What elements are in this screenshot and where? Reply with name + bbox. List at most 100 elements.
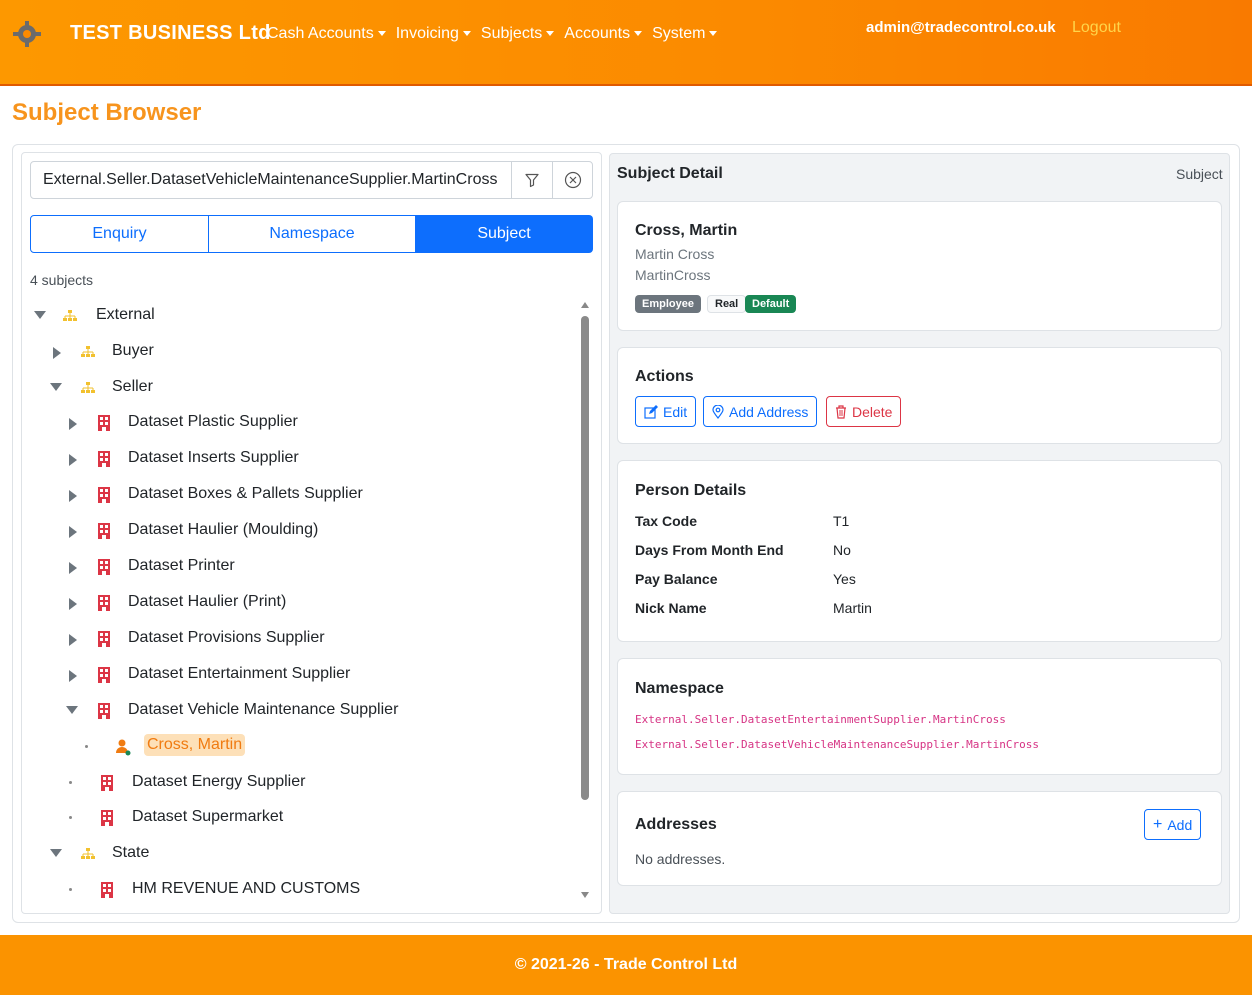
- tree-node-supplier[interactable]: Dataset Inserts Supplier: [22, 441, 578, 477]
- tree-node-label: Seller: [112, 378, 153, 395]
- collapse-icon[interactable]: [69, 490, 77, 502]
- tree-node-supplier[interactable]: Dataset Printer: [22, 549, 578, 585]
- tree-node-supplier[interactable]: Dataset Plastic Supplier: [22, 405, 578, 441]
- building-icon: [101, 882, 113, 898]
- expand-icon[interactable]: [50, 849, 62, 857]
- building-icon: [98, 415, 110, 431]
- subject-card: Cross, Martin Martin Cross MartinCross E…: [617, 201, 1222, 331]
- tree-node-label: Dataset Vehicle Maintenance Supplier: [128, 701, 399, 718]
- tree-scrollbar[interactable]: [578, 298, 592, 904]
- tree-node-label: HM REVENUE AND CUSTOMS: [132, 880, 361, 897]
- scroll-up-icon[interactable]: [581, 302, 589, 308]
- expand-icon[interactable]: [34, 311, 46, 319]
- bullet-dot: [69, 888, 72, 891]
- tree-node-label: External: [96, 306, 155, 323]
- tree-node-supplier[interactable]: Dataset Energy Supplier: [22, 765, 578, 801]
- tree-node-supplier[interactable]: Dataset Entertainment Supplier: [22, 657, 578, 693]
- namespace-card: Namespace External.Seller.DatasetEnterta…: [617, 658, 1222, 775]
- tree-node-supplier[interactable]: Dataset Vehicle Maintenance Supplier: [22, 693, 578, 729]
- collapse-icon[interactable]: [69, 634, 77, 646]
- subject-count: 4 subjects: [30, 272, 94, 288]
- logout-link[interactable]: Logout: [1072, 19, 1121, 37]
- tree-node-state[interactable]: State: [22, 836, 578, 872]
- collapse-icon[interactable]: [69, 562, 77, 574]
- delete-button[interactable]: Delete: [826, 396, 902, 427]
- menu-invoicing[interactable]: Invoicing: [396, 25, 471, 43]
- tree-node-external[interactable]: External: [22, 298, 578, 334]
- bullet-dot: [85, 745, 88, 748]
- caret-down-icon: [377, 31, 386, 37]
- footer: © 2021-26 - Trade Control Ltd: [0, 935, 1252, 995]
- tree-node-buyer[interactable]: Buyer: [22, 334, 578, 370]
- clear-button[interactable]: [552, 162, 593, 198]
- tree-node-supplier[interactable]: Dataset Supermarket: [22, 800, 578, 836]
- hierarchy-icon: [81, 848, 95, 859]
- namespace-title: Namespace: [635, 680, 724, 697]
- tree-node-seller[interactable]: Seller: [22, 370, 578, 406]
- tree-node-organisation[interactable]: HM REVENUE AND CUSTOMS: [22, 872, 578, 908]
- menu-subjects[interactable]: Subjects: [481, 25, 555, 43]
- top-navbar: TEST BUSINESS Ltd Cash Accounts Invoicin…: [0, 0, 1252, 86]
- tree-node-label: Dataset Haulier (Print): [128, 593, 287, 610]
- menu-cash-accounts[interactable]: Cash Accounts: [267, 25, 386, 43]
- badge-default: Default: [745, 295, 797, 313]
- clear-circle-icon: [564, 171, 582, 189]
- building-icon: [98, 487, 110, 503]
- caret-down-icon: [634, 31, 643, 37]
- building-icon: [98, 451, 110, 467]
- building-icon: [98, 667, 110, 683]
- tree-node-label: Dataset Provisions Supplier: [128, 629, 325, 646]
- search-input[interactable]: [31, 162, 511, 198]
- detail-title: Subject Detail: [617, 165, 723, 182]
- tab-subject[interactable]: Subject: [416, 215, 593, 253]
- tree-node-supplier[interactable]: Dataset Provisions Supplier: [22, 621, 578, 657]
- collapse-icon[interactable]: [53, 347, 61, 359]
- collapse-icon[interactable]: [69, 670, 77, 682]
- addresses-card: Addresses + Add No addresses.: [617, 791, 1222, 886]
- tree-node-supplier[interactable]: Dataset Boxes & Pallets Supplier: [22, 477, 578, 513]
- building-icon: [101, 775, 113, 791]
- expand-icon[interactable]: [50, 383, 62, 391]
- tree-node-label: Dataset Boxes & Pallets Supplier: [128, 485, 363, 502]
- no-addresses-text: No addresses.: [635, 851, 726, 867]
- caret-down-icon: [462, 31, 471, 37]
- menu-accounts[interactable]: Accounts: [564, 25, 643, 43]
- tab-namespace[interactable]: Namespace: [209, 215, 416, 253]
- tax-code-value: T1: [833, 513, 850, 529]
- subject-full-name: Martin Cross: [635, 246, 715, 262]
- scrollbar-thumb[interactable]: [581, 316, 589, 800]
- tree-node-label: Dataset Supermarket: [132, 808, 284, 825]
- bullet-dot: [69, 816, 72, 819]
- expand-icon[interactable]: [66, 706, 78, 714]
- collapse-icon[interactable]: [69, 526, 77, 538]
- building-icon: [101, 810, 113, 826]
- brand-name[interactable]: TEST BUSINESS Ltd: [70, 22, 271, 45]
- caret-down-icon: [546, 31, 555, 37]
- tree-node-supplier[interactable]: Dataset Haulier (Moulding): [22, 513, 578, 549]
- menu-system[interactable]: System: [652, 25, 718, 43]
- add-address-button[interactable]: Add Address: [703, 396, 818, 427]
- add-address-small-button[interactable]: + Add: [1144, 809, 1202, 840]
- tree-node-supplier[interactable]: Dataset Haulier (Print): [22, 585, 578, 621]
- person-icon: [116, 739, 131, 756]
- hierarchy-icon: [81, 382, 95, 393]
- detail-subtitle: Subject: [1176, 166, 1223, 182]
- subject-name: Cross, Martin: [635, 222, 738, 239]
- badge-real: Real: [707, 295, 747, 313]
- scroll-down-icon[interactable]: [581, 892, 589, 898]
- person-details-card: Person Details Tax Code T1 Days From Mon…: [617, 460, 1222, 642]
- pay-balance-label: Pay Balance: [635, 571, 718, 587]
- trash-icon: [836, 404, 846, 419]
- building-icon: [98, 703, 110, 719]
- edit-button[interactable]: Edit: [635, 396, 697, 427]
- tree-node-person[interactable]: Cross, Martin: [22, 729, 578, 765]
- collapse-icon[interactable]: [69, 418, 77, 430]
- tab-enquiry[interactable]: Enquiry: [30, 215, 209, 253]
- collapse-icon[interactable]: [69, 598, 77, 610]
- filter-button[interactable]: [511, 162, 552, 198]
- collapse-icon[interactable]: [69, 454, 77, 466]
- namespace-path: External.Seller.DatasetEntertainmentSupp…: [635, 713, 1006, 726]
- tree-node-label-selected: Cross, Martin: [144, 734, 246, 756]
- tree-node-label: State: [112, 844, 150, 861]
- edit-icon: [644, 404, 658, 419]
